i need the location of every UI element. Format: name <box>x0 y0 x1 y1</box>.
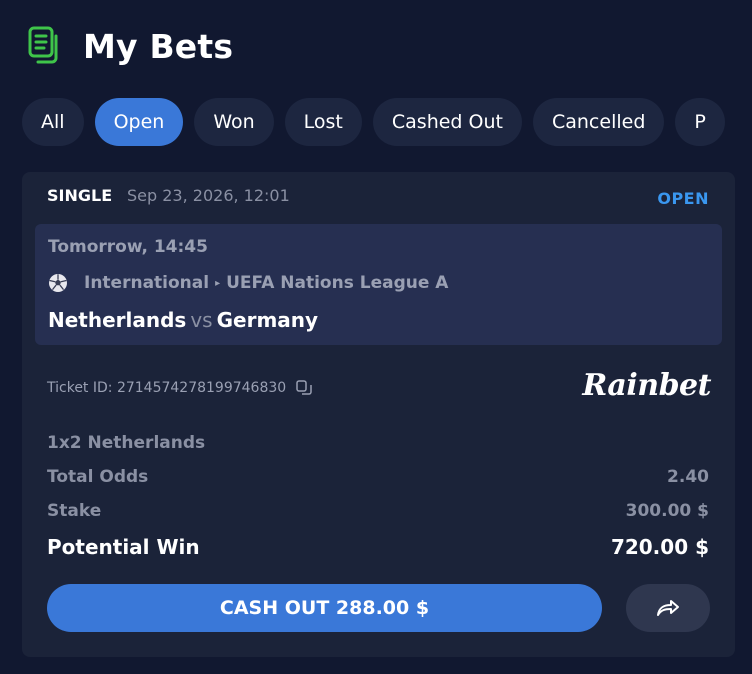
copy-icon[interactable] <box>295 379 313 397</box>
rainbet-logo: Rainbet <box>582 368 711 403</box>
versus-label: vs <box>190 308 213 332</box>
soccer-ball-icon <box>49 274 67 292</box>
potential-win-value: 720.00 $ <box>610 535 709 559</box>
share-button[interactable] <box>626 584 710 632</box>
stake-row: Stake 300.00 $ <box>47 501 709 521</box>
event-category: International <box>84 273 210 293</box>
bet-type: SINGLE <box>47 186 113 205</box>
potential-win-label: Potential Win <box>47 535 200 559</box>
selection-label: 1x2 Netherlands <box>47 433 206 453</box>
total-odds-value: 2.40 <box>667 467 709 487</box>
bet-date: Sep 23, 2026, 12:01 <box>127 186 290 205</box>
filter-lost[interactable]: Lost <box>284 98 362 146</box>
home-team: Netherlands <box>48 308 187 332</box>
event-time: Tomorrow, 14:45 <box>48 237 208 257</box>
page-title: My Bets <box>83 26 234 66</box>
league-breadcrumb: International ▸ UEFA Nations League A <box>48 273 448 293</box>
share-arrow-icon <box>657 600 679 616</box>
total-odds-label: Total Odds <box>47 467 149 487</box>
stake-value: 300.00 $ <box>625 501 709 521</box>
filter-won[interactable]: Won <box>194 98 274 146</box>
event-league: UEFA Nations League A <box>226 273 449 293</box>
bets-document-icon <box>28 26 58 64</box>
filter-partial[interactable]: P <box>675 98 725 146</box>
ticket-id: Ticket ID: 2714574278199746830 <box>47 380 287 396</box>
cash-out-button[interactable]: CASH OUT 288.00 $ <box>47 584 602 632</box>
match-teams: Netherlands vs Germany <box>48 308 318 332</box>
filter-cashed-out[interactable]: Cashed Out <box>372 98 522 146</box>
event-info[interactable]: Tomorrow, 14:45 International ▸ UEFA Nat… <box>35 224 722 345</box>
filter-all[interactable]: All <box>22 98 84 146</box>
potential-win-row: Potential Win 720.00 $ <box>47 535 709 559</box>
breadcrumb-chevron-icon: ▸ <box>215 277 221 289</box>
total-odds-row: Total Odds 2.40 <box>47 467 709 487</box>
filter-cancelled[interactable]: Cancelled <box>532 98 665 146</box>
bet-filter-tabs: All Open Won Lost Cashed Out Cancelled P <box>22 98 752 146</box>
status-badge: OPEN <box>657 189 709 208</box>
bet-card: SINGLE Sep 23, 2026, 12:01 OPEN Tomorrow… <box>22 172 735 657</box>
page-header: My Bets <box>28 26 233 66</box>
ticket-id-row: Ticket ID: 2714574278199746830 <box>47 379 313 397</box>
stake-label: Stake <box>47 501 102 521</box>
away-team: Germany <box>216 308 319 332</box>
filter-open[interactable]: Open <box>94 98 184 146</box>
selection-row: 1x2 Netherlands <box>47 433 709 453</box>
